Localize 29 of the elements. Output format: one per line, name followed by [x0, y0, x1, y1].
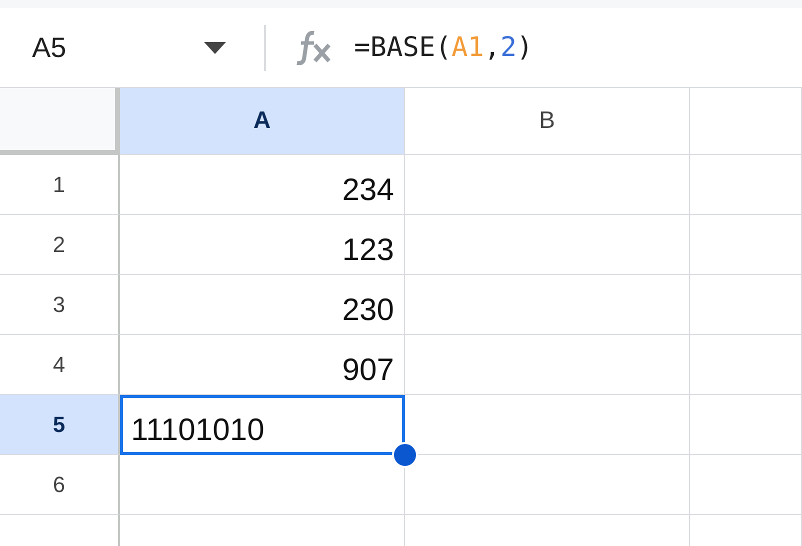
select-all-corner[interactable]: [0, 88, 120, 155]
table-cell[interactable]: [690, 155, 802, 215]
table-cell[interactable]: [690, 335, 802, 395]
table-cell[interactable]: [405, 335, 690, 395]
row-header[interactable]: 1: [0, 155, 120, 215]
column-header[interactable]: A: [120, 88, 405, 155]
table-cell[interactable]: [405, 275, 690, 335]
table-cell[interactable]: 230: [120, 275, 405, 335]
table-cell[interactable]: 907: [120, 335, 405, 395]
table-cell[interactable]: [690, 395, 802, 455]
row-header[interactable]: 3: [0, 275, 120, 335]
table-cell[interactable]: [690, 275, 802, 335]
function-icon: [294, 30, 332, 64]
table-cell[interactable]: [405, 215, 690, 275]
table-cell[interactable]: [690, 215, 802, 275]
table-cell[interactable]: 234: [120, 155, 405, 215]
name-box[interactable]: A5: [0, 32, 250, 64]
table-cell[interactable]: [405, 155, 690, 215]
table-cell[interactable]: [405, 455, 690, 515]
row-header[interactable]: 2: [0, 215, 120, 275]
formula-input[interactable]: =BASE(A1,2): [354, 32, 533, 63]
column-header[interactable]: B: [405, 88, 690, 155]
table-cell[interactable]: 123: [120, 215, 405, 275]
active-cell[interactable]: 11101010: [120, 395, 405, 455]
column-header[interactable]: [690, 88, 802, 155]
row-header[interactable]: 6: [0, 455, 120, 515]
dropdown-caret-icon: [204, 42, 226, 54]
row-header[interactable]: 5: [0, 395, 120, 455]
table-cell[interactable]: [690, 455, 802, 515]
